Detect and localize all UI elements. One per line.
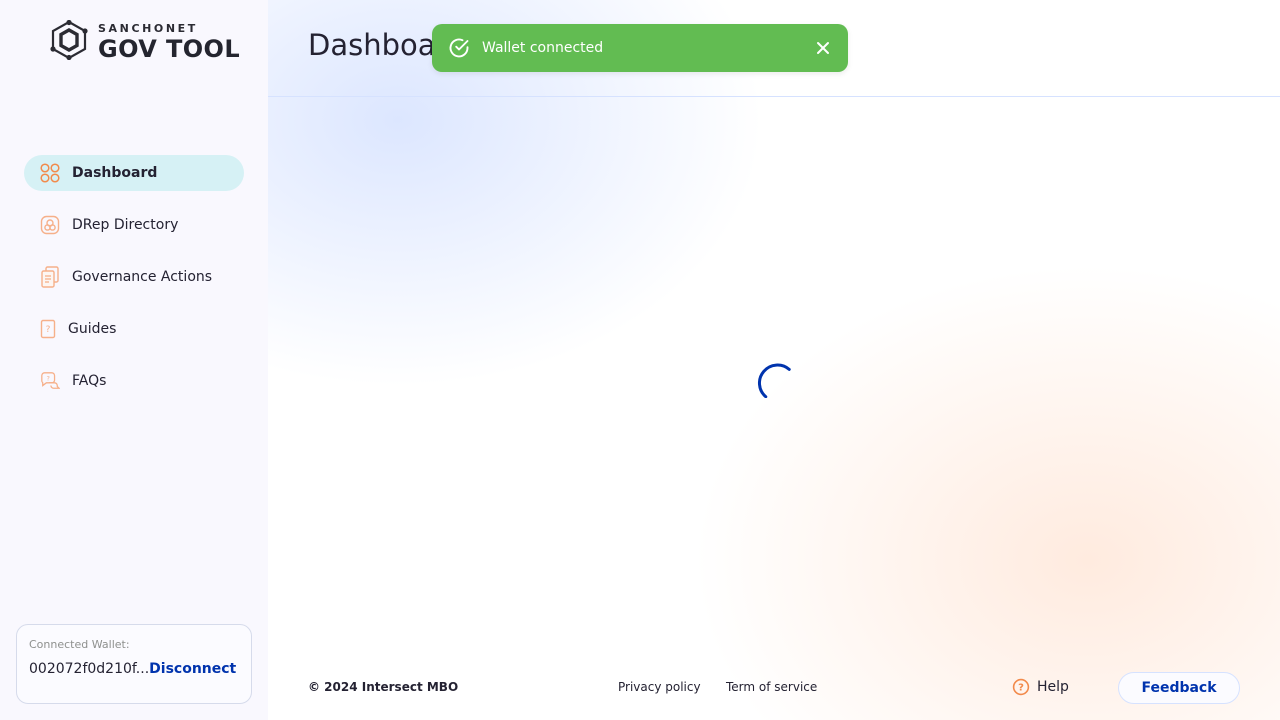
wallet-connected-toast: Wallet connected — [432, 24, 848, 72]
sidebar-item-label: FAQs — [72, 373, 107, 389]
help-button[interactable]: ? Help — [1012, 678, 1069, 696]
governance-actions-icon — [40, 266, 60, 288]
disconnect-button[interactable]: Disconnect — [149, 661, 236, 677]
sidebar: SANCHONET GOV TOOL Dashboard DRep Direct… — [0, 0, 268, 720]
logo-top-text: SANCHONET — [98, 22, 198, 35]
sidebar-item-drep-directory[interactable]: DRep Directory — [24, 207, 244, 243]
sidebar-item-faqs[interactable]: ? FAQs — [24, 363, 244, 399]
faqs-icon: ? — [40, 371, 60, 391]
sidebar-item-label: Dashboard — [72, 165, 158, 181]
guides-icon: ? — [40, 319, 56, 339]
wallet-address[interactable]: 002072f0d210f... — [29, 661, 149, 677]
toast-message: Wallet connected — [482, 40, 604, 56]
sidebar-item-dashboard[interactable]: Dashboard — [24, 155, 244, 191]
app-logo[interactable]: SANCHONET GOV TOOL — [48, 19, 241, 64]
feedback-button[interactable]: Feedback — [1118, 672, 1240, 704]
svg-text:?: ? — [46, 376, 49, 383]
sidebar-item-governance-actions[interactable]: Governance Actions — [24, 259, 244, 295]
help-label: Help — [1037, 679, 1069, 695]
sidebar-item-label: Governance Actions — [72, 269, 213, 285]
close-icon[interactable] — [814, 39, 832, 57]
sidebar-item-guides[interactable]: ? Guides — [24, 311, 244, 347]
logo-hexagon-icon — [48, 19, 90, 64]
connected-wallet-label: Connected Wallet: — [29, 638, 130, 651]
drep-directory-icon — [40, 215, 60, 235]
connected-wallet-card: Connected Wallet: 002072f0d210f... Disco… — [16, 624, 252, 704]
svg-text:?: ? — [1018, 683, 1024, 694]
logo-bottom-text: GOV TOOL — [98, 35, 241, 63]
sidebar-item-label: Guides — [68, 321, 117, 337]
loading-spinner-icon — [753, 356, 795, 399]
footer-copyright: © 2024 Intersect MBO — [308, 680, 459, 694]
help-circle-icon: ? — [1012, 678, 1030, 696]
sidebar-nav: Dashboard DRep Directory Governance Acti… — [24, 155, 244, 415]
terms-of-service-link[interactable]: Term of service — [726, 680, 817, 694]
dashboard-icon — [40, 163, 60, 183]
svg-text:?: ? — [46, 325, 51, 335]
sidebar-item-label: DRep Directory — [72, 217, 179, 233]
check-circle-icon — [448, 37, 470, 59]
privacy-policy-link[interactable]: Privacy policy — [618, 680, 701, 694]
